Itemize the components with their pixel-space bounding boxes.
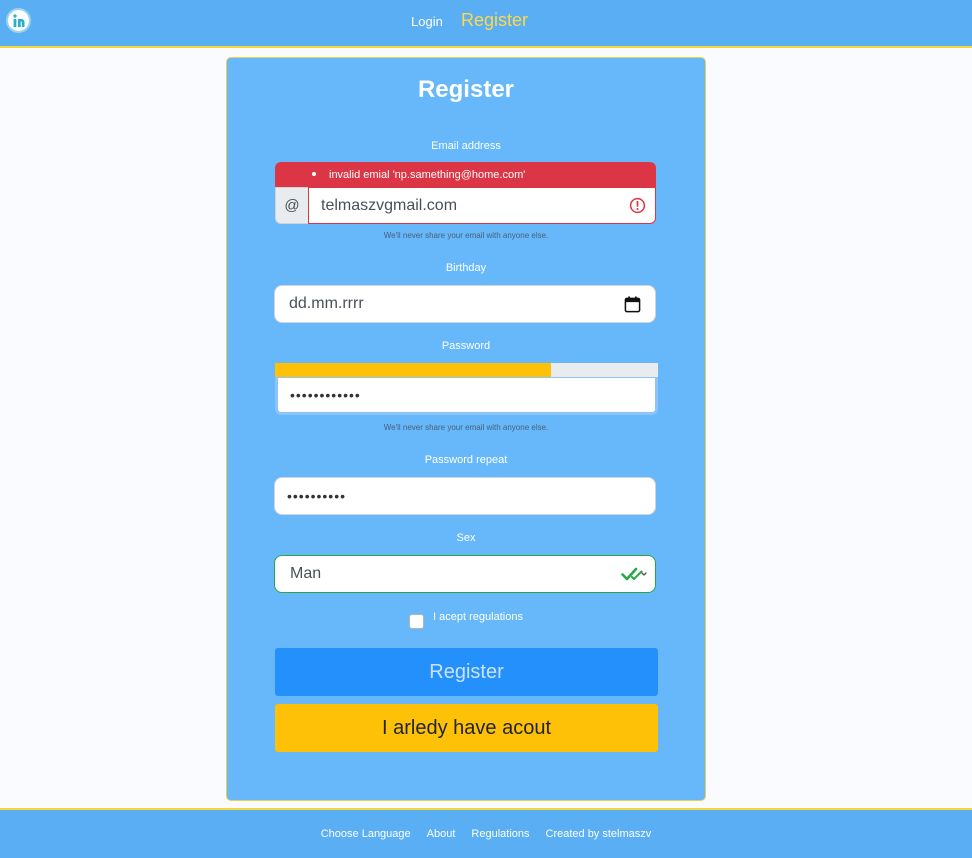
at-addon: @ [275,187,308,224]
email-input-group: @ [275,187,656,224]
birthday-date-input[interactable]: dd.mm.rrrr [274,285,656,323]
nav-register-link[interactable]: Register [461,10,528,31]
password-label: Password [441,340,491,352]
logo-glyph [12,13,24,27]
footer: Choose Language About Regulations Create… [0,808,972,858]
register-button[interactable]: Register [275,648,658,696]
regulations-row: I acept regulations [227,611,705,629]
email-error-text: invalid emial 'np.samething@home.com' [329,168,526,181]
double-check-icon [621,567,647,581]
password-strength-bar [275,363,658,377]
password-strength-fill [275,363,551,377]
password-repeat-label: Password repeat [424,454,508,466]
birthday-label: Birthday [445,262,487,274]
email-input[interactable] [308,187,656,224]
already-have-account-button[interactable]: I arledy have acout [275,704,658,752]
password-masked-value: •••••••••••• [290,387,361,403]
logo-icon[interactable] [6,8,31,33]
register-card: Register Email address invalid emial 'np… [226,57,706,801]
regulations-checkbox[interactable] [409,614,425,629]
email-error-alert: invalid emial 'np.samething@home.com' [275,162,656,187]
sex-selected-value: Man [290,565,322,582]
password-help-text: We'll never share your email with anyone… [383,423,549,432]
birthday-placeholder: dd.mm.rrrr [289,295,364,312]
password-repeat-masked-value: •••••••••• [287,488,347,504]
footer-link-credits[interactable]: Created by stelmaszv [546,828,652,840]
email-label: Email address [431,140,501,152]
exclamation-circle-icon [629,197,646,214]
regulations-label[interactable]: I acept regulations [433,611,523,623]
form-title: Register [417,76,515,103]
sex-label: Sex [456,532,476,544]
email-help-text: We'll never share your email with anyone… [383,231,549,240]
sex-select[interactable]: Man [274,555,656,593]
top-navbar: Login Register [0,0,972,48]
nav-login-link[interactable]: Login [411,14,443,29]
password-input[interactable]: •••••••••••• [275,377,658,415]
calendar-icon[interactable] [624,296,641,313]
footer-link-language[interactable]: Choose Language [321,828,411,840]
password-repeat-input[interactable]: •••••••••• [274,477,656,515]
footer-link-about[interactable]: About [427,828,456,840]
footer-link-regulations[interactable]: Regulations [471,828,529,840]
bullet-icon [312,172,316,176]
email-wrap [308,187,656,224]
